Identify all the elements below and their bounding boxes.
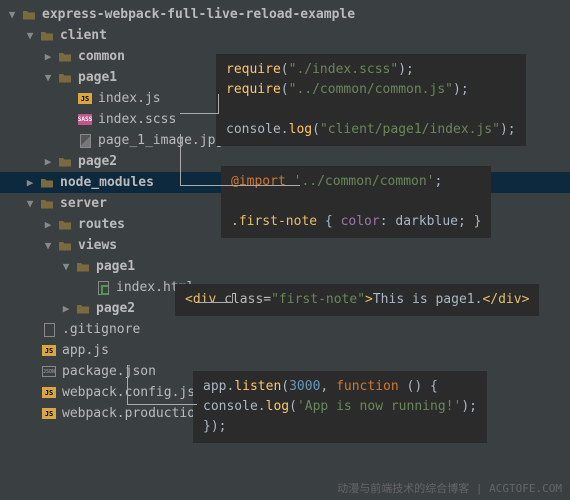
chevron-down-icon: ▼ [22,197,38,210]
chevron-down-icon: ▼ [40,239,56,252]
folder-icon [38,197,56,211]
tree-file-appjs[interactable]: JS app.js [0,340,570,361]
file-label: index.scss [98,112,176,127]
file-label: .gitignore [62,322,140,337]
sass-file-icon: SASS [76,114,94,125]
chevron-right-icon: ▶ [22,176,38,189]
folder-label: page2 [78,154,117,169]
tree-folder-views[interactable]: ▼ views [0,235,570,256]
tree-folder-page1b[interactable]: ▼ page1 [0,256,570,277]
code-snippet-html: <div class="first-note">This is page1.</… [175,284,539,316]
folder-icon [56,71,74,85]
folder-label: client [60,28,107,43]
chevron-right-icon: ▶ [40,218,56,231]
folder-label: express-webpack-full-live-reload-example [42,7,355,22]
tree-root[interactable]: ▼ express-webpack-full-live-reload-exampl… [0,4,570,25]
folder-icon [74,260,92,274]
folder-icon [38,29,56,43]
chevron-down-icon: ▼ [40,71,56,84]
connector-line [232,293,233,303]
folder-icon [20,8,38,22]
connector-line [127,365,197,405]
folder-icon [56,239,74,253]
folder-icon [74,302,92,316]
folder-icon [56,218,74,232]
folder-icon [38,176,56,190]
chevron-right-icon: ▶ [40,50,56,63]
js-file-icon: JS [40,345,58,356]
chevron-right-icon: ▶ [58,302,74,315]
text-file-icon [40,323,58,337]
folder-label: node_modules [60,175,154,190]
tree-folder-client[interactable]: ▼ client [0,25,570,46]
tree-file-gitignore[interactable]: .gitignore [0,319,570,340]
json-file-icon: JSON [40,366,58,377]
js-file-icon: JS [40,408,58,419]
folder-label: page1 [96,259,135,274]
chevron-down-icon: ▼ [22,29,38,42]
folder-label: page2 [96,301,135,316]
connector-line [180,113,218,114]
js-file-icon: JS [40,387,58,398]
code-snippet-indexjs: require("./index.scss"); require("../com… [216,54,526,146]
folder-icon [56,155,74,169]
connector-line [180,134,300,186]
connector-line [197,302,232,303]
folder-label: server [60,196,107,211]
file-label: app.js [62,343,109,358]
js-file-icon: JS [76,93,94,104]
image-file-icon [76,134,94,148]
folder-label: page1 [78,70,117,85]
watermark-text: 动漫与前端技术的综合博客 | ACGTOFE.COM [337,480,562,496]
file-label: index.js [98,91,161,106]
folder-label: views [78,238,117,253]
connector-line [218,94,219,114]
folder-icon [56,50,74,64]
chevron-right-icon: ▶ [40,155,56,168]
chevron-down-icon: ▼ [4,8,20,21]
folder-label: routes [78,217,125,232]
chevron-down-icon: ▼ [58,260,74,273]
folder-label: common [78,49,125,64]
html-file-icon [94,281,112,295]
code-snippet-appjs: app.listen(3000, function () { console.l… [193,371,487,443]
